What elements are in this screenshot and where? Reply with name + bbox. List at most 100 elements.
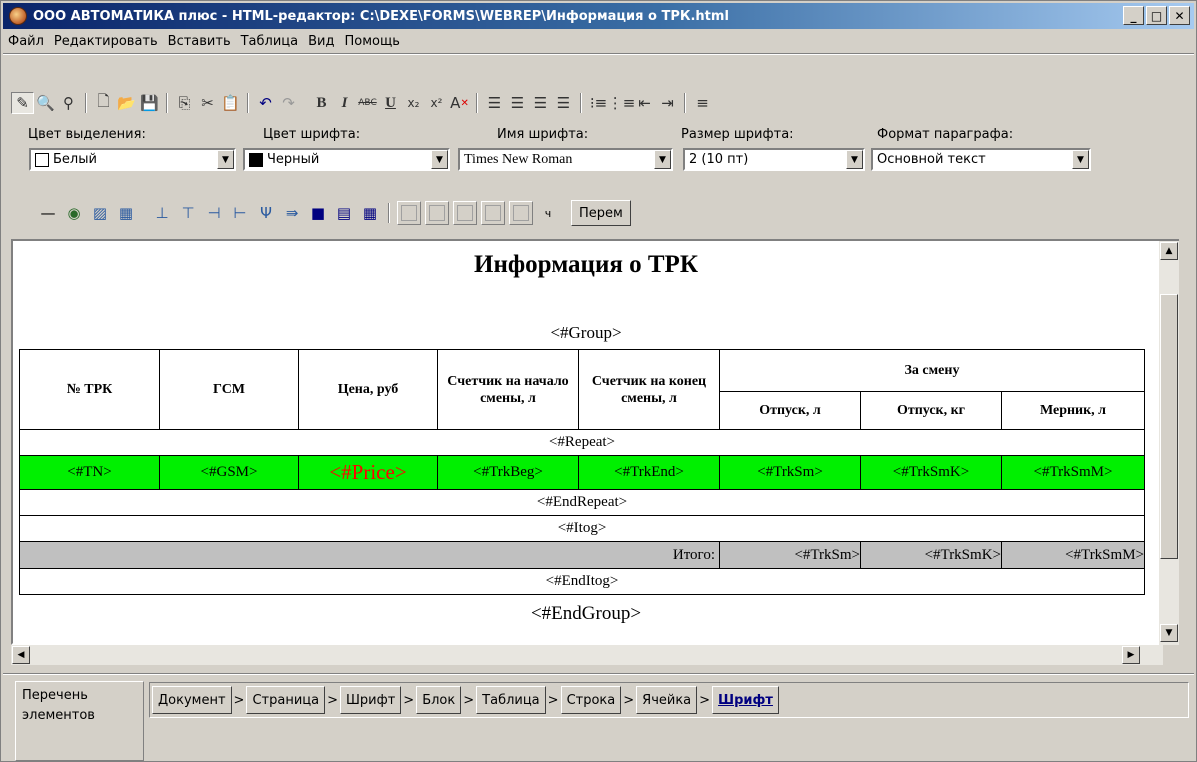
chevron-down-icon[interactable]: ▼ — [431, 150, 448, 169]
paste-icon[interactable]: 📋 — [219, 92, 242, 114]
document-canvas[interactable]: Информация о ТРК <#Group> № ТРК ГСМ Цена… — [11, 239, 1161, 645]
itog-tag[interactable]: <#Itog> — [19, 515, 1145, 542]
align-justify-icon[interactable]: ☰ — [552, 92, 575, 114]
header-gsm[interactable]: ГСМ — [159, 349, 299, 430]
undo-icon[interactable]: ↶ — [254, 92, 277, 114]
crumb-font-active[interactable]: Шрифт — [712, 686, 779, 714]
menu-file[interactable]: Файл — [3, 34, 49, 49]
header-shift[interactable]: За смену — [719, 349, 1145, 392]
hyperlink-globe-icon[interactable]: ◉ — [61, 200, 87, 226]
menu-table[interactable]: Таблица — [236, 34, 304, 49]
redo-icon[interactable]: ↷ — [277, 92, 300, 114]
design-mode-icon[interactable]: ✎ — [11, 92, 34, 114]
border-bottom-icon[interactable] — [481, 201, 505, 225]
align-center-icon[interactable]: ☰ — [506, 92, 529, 114]
insert-column-right-icon[interactable]: ⊢ — [227, 200, 253, 226]
border-right-icon[interactable] — [453, 201, 477, 225]
header-mernik[interactable]: Мерник, л — [1001, 391, 1145, 430]
save-icon[interactable]: 💾 — [138, 92, 161, 114]
title-bar[interactable]: ООО АВТОМАТИКА плюс - HTML-редактор: C:\… — [3, 3, 1194, 29]
clear-format-icon[interactable]: A ✕ — [448, 92, 471, 114]
highlight-color-select[interactable]: Белый ▼ — [29, 148, 236, 171]
header-price[interactable]: Цена, руб — [298, 349, 438, 430]
vertical-scroll-thumb[interactable] — [1160, 294, 1178, 559]
maximize-button[interactable]: □ — [1146, 6, 1167, 25]
delete-row-icon[interactable]: Ψ — [253, 200, 279, 226]
more-tools-icon[interactable]: ≡ — [691, 92, 714, 114]
cell-trkbeg[interactable]: <#TrkBeg> — [437, 455, 579, 490]
strikethrough-icon[interactable]: ABC — [356, 92, 379, 114]
header-num[interactable]: № ТРК — [19, 349, 160, 430]
cell-gsm[interactable]: <#GSM> — [159, 455, 299, 490]
insert-row-above-icon[interactable]: ⊥ — [149, 200, 175, 226]
crumb-font[interactable]: Шрифт — [340, 686, 402, 714]
chevron-down-icon[interactable]: ▼ — [846, 150, 863, 169]
header-release-kg[interactable]: Отпуск, кг — [860, 391, 1002, 430]
open-folder-icon[interactable]: 📂 — [115, 92, 138, 114]
menu-edit[interactable]: Редактировать — [49, 34, 163, 49]
cell-trkend[interactable]: <#TrkEnd> — [578, 455, 720, 490]
minimize-button[interactable]: _ — [1123, 6, 1144, 25]
border-all-icon[interactable] — [509, 201, 533, 225]
insert-column-left-icon[interactable]: ⊣ — [201, 200, 227, 226]
crumb-row[interactable]: Строка — [560, 686, 622, 714]
font-name-select[interactable]: Times New Roman ▼ — [458, 148, 673, 171]
cell-tn[interactable]: <#TN> — [19, 455, 160, 490]
total-trksm[interactable]: <#TrkSm> — [719, 541, 861, 569]
indent-icon[interactable]: ⇥ — [656, 92, 679, 114]
table-properties-icon[interactable]: ▦ — [357, 200, 383, 226]
insert-table-icon[interactable]: ▦ — [113, 200, 139, 226]
chevron-down-icon[interactable]: ▼ — [654, 150, 671, 169]
scroll-down-icon[interactable]: ▼ — [1160, 624, 1178, 642]
cell-price[interactable]: <#Price> — [298, 455, 438, 490]
chevron-down-icon[interactable]: ▼ — [1072, 150, 1089, 169]
crumb-page[interactable]: Страница — [246, 686, 326, 714]
chevron-down-icon[interactable]: ▼ — [217, 150, 234, 169]
copy-icon[interactable]: ⎘ — [173, 92, 196, 114]
cell-trksmm[interactable]: <#TrkSmM> — [1001, 455, 1145, 490]
cell-trksmk[interactable]: <#TrkSmK> — [860, 455, 1002, 490]
cell-trksm[interactable]: <#TrkSm> — [719, 455, 861, 490]
split-cells-icon[interactable]: ▤ — [331, 200, 357, 226]
menu-help[interactable]: Помощь — [339, 34, 404, 49]
crumb-block[interactable]: Блок — [416, 686, 462, 714]
font-color-select[interactable]: Черный ▼ — [243, 148, 450, 171]
merge-cells-icon[interactable]: ■ — [305, 200, 331, 226]
border-left-icon[interactable] — [397, 201, 421, 225]
insert-row-below-icon[interactable]: ⊤ — [175, 200, 201, 226]
crumb-table[interactable]: Таблица — [476, 686, 546, 714]
total-label[interactable]: Итого: — [19, 541, 720, 569]
app-logo-icon[interactable] — [9, 7, 27, 25]
scroll-right-icon[interactable]: ▶ — [1122, 646, 1140, 664]
italic-icon[interactable]: I — [333, 92, 356, 114]
bullet-list-icon[interactable]: ⁝≡ — [587, 92, 610, 114]
align-right-icon[interactable]: ☰ — [529, 92, 552, 114]
numbered-list-icon[interactable]: ⋮≡ — [608, 92, 636, 114]
total-trksmm[interactable]: <#TrkSmM> — [1001, 541, 1145, 569]
align-left-icon[interactable]: ☰ — [483, 92, 506, 114]
menu-view[interactable]: Вид — [303, 34, 339, 49]
close-button[interactable]: ✕ — [1169, 6, 1190, 25]
horizontal-line-icon[interactable]: — — [35, 200, 61, 226]
repeat-tag[interactable]: <#Repeat> — [19, 429, 1145, 456]
crumb-cell[interactable]: Ячейка — [636, 686, 698, 714]
header-counter-end[interactable]: Счетчик на конец смены, л — [578, 349, 720, 430]
horizontal-scrollbar[interactable]: ◀ ▶ — [11, 645, 1163, 665]
new-document-icon[interactable]: 🗋 — [92, 92, 115, 114]
cut-icon[interactable]: ✂ — [196, 92, 219, 114]
border-top-icon[interactable] — [425, 201, 449, 225]
total-trksmk[interactable]: <#TrkSmK> — [860, 541, 1002, 569]
find-icon[interactable]: ⚲ — [57, 92, 80, 114]
subscript-icon[interactable]: x₂ — [402, 92, 425, 114]
font-size-select[interactable]: 2 (10 пт) ▼ — [683, 148, 865, 171]
end-itog-tag[interactable]: <#EndItog> — [19, 568, 1145, 595]
scroll-up-icon[interactable]: ▲ — [1160, 242, 1178, 260]
underline-icon[interactable]: U — [379, 92, 402, 114]
scroll-left-icon[interactable]: ◀ — [12, 646, 30, 664]
vertical-scrollbar[interactable]: ▲ ▼ — [1159, 239, 1179, 645]
variable-button[interactable]: Перем — [571, 200, 631, 226]
menu-insert[interactable]: Вставить — [163, 34, 236, 49]
paragraph-format-select[interactable]: Основной текст ▼ — [871, 148, 1091, 171]
outdent-icon[interactable]: ⇤ — [633, 92, 656, 114]
header-counter-start[interactable]: Счетчик на начало смены, л — [437, 349, 579, 430]
